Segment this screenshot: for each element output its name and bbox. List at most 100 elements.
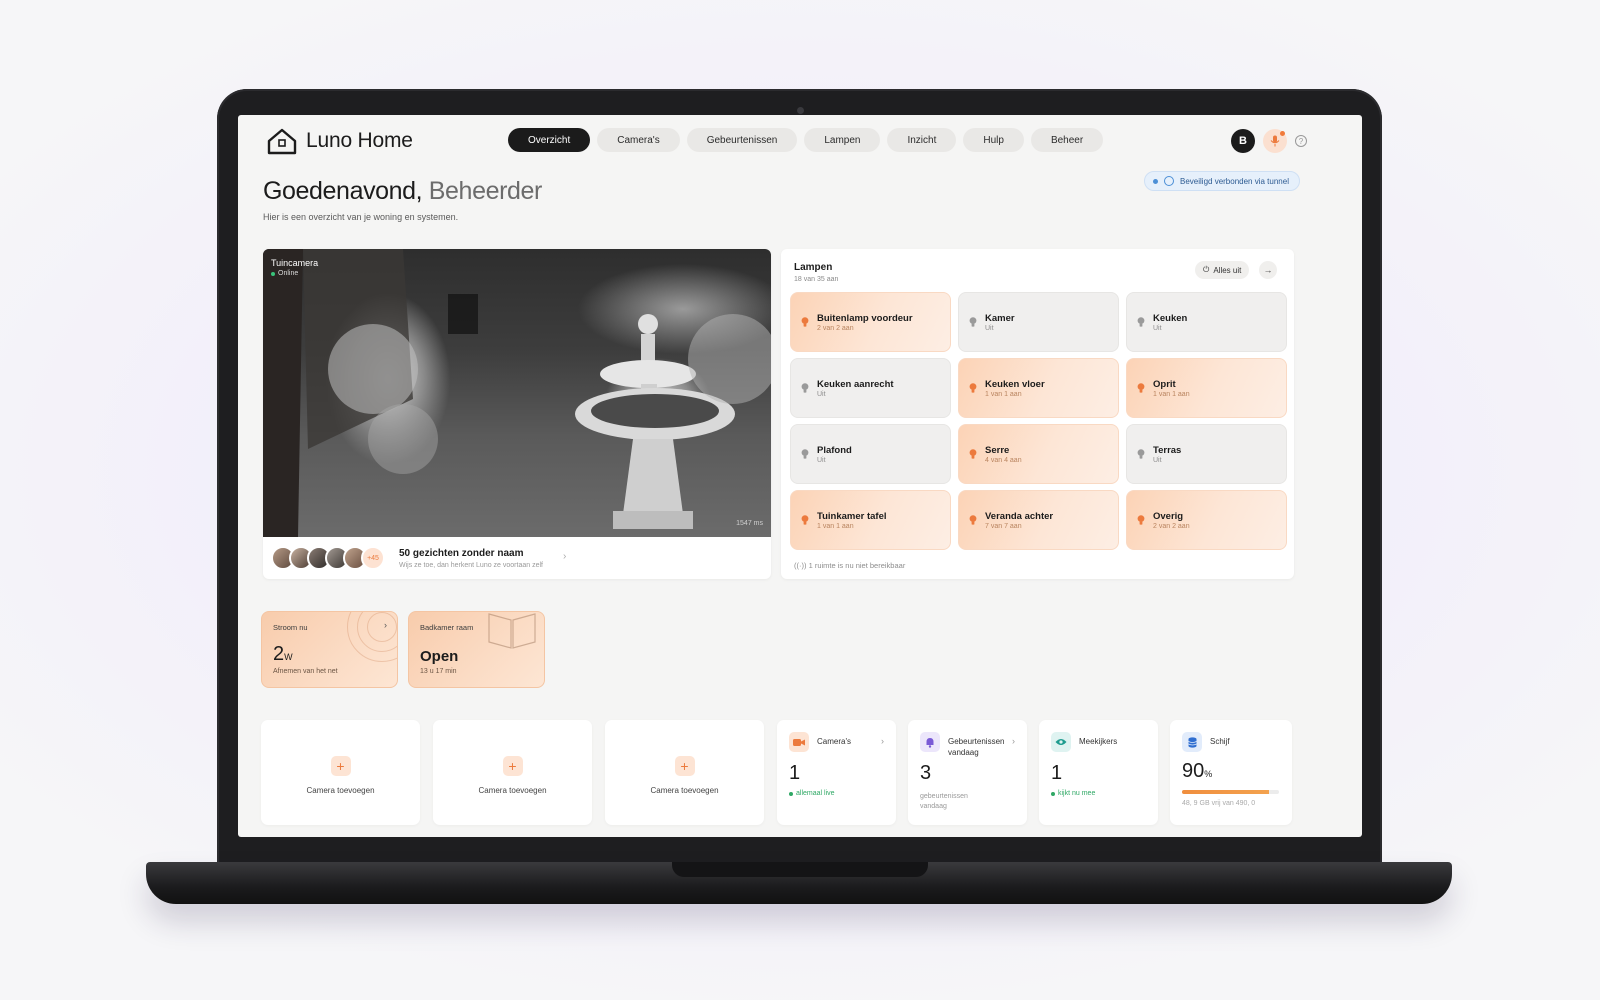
face-avatars: +45	[271, 546, 385, 570]
bulb-icon	[1137, 449, 1145, 459]
lamp-status: 2 van 2 aan	[817, 325, 854, 332]
add-camera-card[interactable]: + Camera toevoegen	[261, 720, 420, 825]
lamp-tile[interactable]: Keuken Uit	[1126, 292, 1287, 352]
lamp-tile[interactable]: Keuken aanrecht Uit	[790, 358, 951, 418]
viewers-stat-card[interactable]: Meekijkers 1 kijkt nu mee	[1039, 720, 1158, 825]
page-subtitle: Hier is een overzicht van je woning en s…	[263, 212, 459, 222]
lamp-tile[interactable]: Serre 4 van 4 aan	[958, 424, 1119, 484]
greeting-hello: Goedenavond,	[263, 177, 423, 205]
lamps-title: Lampen	[794, 262, 833, 273]
lamp-tile[interactable]: Keuken vloer 1 van 1 aan	[958, 358, 1119, 418]
bulb-icon	[1137, 383, 1145, 393]
lamp-tile[interactable]: Overig 2 van 2 aan	[1126, 490, 1287, 550]
lamp-status: Uit	[1153, 457, 1162, 464]
lamp-tile[interactable]: Veranda achter 7 van 7 aan	[958, 490, 1119, 550]
bulb-icon	[801, 515, 809, 525]
bulb-icon	[801, 383, 809, 393]
webcam	[797, 107, 804, 114]
lamp-status: 1 van 1 aan	[985, 391, 1022, 398]
lamp-status: 4 van 4 aan	[985, 457, 1022, 464]
add-camera-label: Camera toevoegen	[478, 786, 547, 795]
lamp-name: Overig	[1153, 511, 1184, 522]
camera-latency: 1547 ms	[736, 520, 763, 527]
lamp-name: Keuken vloer	[985, 379, 1045, 390]
all-off-button[interactable]: ⏻ Alles uit	[1195, 261, 1250, 279]
power-card[interactable]: Stroom nu › 2W Afnemen van het net	[261, 611, 398, 688]
window-state: Open	[420, 648, 459, 665]
bulb-icon	[969, 317, 977, 327]
lamp-name: Veranda achter	[985, 511, 1054, 522]
app-logo[interactable]: Luno Home	[266, 126, 413, 156]
camera-feed[interactable]: Tuincamera Online 1547 ms	[263, 249, 771, 537]
tab-beheer[interactable]: Beheer	[1030, 128, 1104, 152]
ring-decoration	[367, 612, 397, 642]
lamp-tile[interactable]: Plafond Uit	[790, 424, 951, 484]
bulb-icon	[969, 515, 977, 525]
main-nav: Overzicht Camera's Gebeurtenissen Lampen…	[508, 128, 1104, 152]
viewers-stat-note: kijkt nu mee	[1051, 790, 1095, 797]
lamp-name: Keuken aanrecht	[817, 379, 894, 390]
mic-button[interactable]	[1263, 129, 1287, 153]
cameras-live-text: allemaal live	[796, 790, 835, 797]
chevron-right-icon: ›	[881, 736, 884, 746]
window-sensor-card[interactable]: Badkamer raam Open 13 u 17 min	[408, 611, 545, 688]
chevron-right-icon: ›	[563, 551, 567, 562]
events-stat-value: 3	[920, 762, 932, 784]
disk-stat-card[interactable]: Schijf 90% 48, 9 GB vrij van 490, 0	[1170, 720, 1292, 825]
disk-percent: 90	[1182, 760, 1205, 782]
lamp-tile[interactable]: Kamer Uit	[958, 292, 1119, 352]
lamp-tile[interactable]: Tuinkamer tafel 1 van 1 aan	[790, 490, 951, 550]
lamp-name: Terras	[1153, 445, 1182, 456]
lamp-tile[interactable]: Oprit 1 van 1 aan	[1126, 358, 1287, 418]
tab-overzicht[interactable]: Overzicht	[508, 128, 591, 152]
laptop-notch	[672, 862, 928, 877]
cameras-stat-card[interactable]: Camera's › 1 allemaal live	[777, 720, 896, 825]
tab-lampen[interactable]: Lampen	[804, 128, 881, 152]
tunnel-status-badge[interactable]: Beveiligd verbonden via tunnel	[1144, 171, 1300, 191]
eye-icon	[1051, 732, 1071, 752]
tab-inzicht[interactable]: Inzicht	[887, 128, 957, 152]
add-camera-label: Camera toevoegen	[306, 786, 375, 795]
app-name: Luno Home	[306, 129, 413, 152]
add-camera-card[interactable]: + Camera toevoegen	[433, 720, 592, 825]
cameras-stat-title: Camera's	[817, 737, 851, 746]
help-icon[interactable]: ?	[1295, 135, 1307, 147]
power-note: Afnemen van het net	[273, 668, 338, 675]
chevron-right-icon: ›	[384, 620, 387, 630]
tab-hulp[interactable]: Hulp	[963, 128, 1024, 152]
lamp-tile[interactable]: Buitenlamp voordeur 2 van 2 aan	[790, 292, 951, 352]
globe-icon	[1164, 176, 1174, 186]
window-duration: 13 u 17 min	[420, 668, 457, 675]
lamp-status: 2 van 2 aan	[1153, 523, 1190, 530]
lamp-tile[interactable]: Terras Uit	[1126, 424, 1287, 484]
lamps-open-button[interactable]: →	[1259, 261, 1277, 279]
camera-name: Tuincamera	[271, 258, 319, 268]
online-dot-icon	[271, 271, 275, 276]
power-label: Stroom nu	[273, 623, 308, 632]
avatar[interactable]: B	[1231, 129, 1255, 153]
lamp-status: Uit	[817, 457, 826, 464]
events-stat-note: gebeurtenissen vandaag	[920, 793, 968, 810]
camera-status-text: Online	[278, 270, 299, 277]
plus-icon: +	[674, 756, 695, 776]
lamp-grid: Buitenlamp voordeur 2 van 2 aan Kamer Ui…	[790, 292, 1287, 550]
bulb-icon	[969, 449, 977, 459]
add-camera-label: Camera toevoegen	[650, 786, 719, 795]
lamp-name: Tuinkamer tafel	[817, 511, 887, 522]
tab-cameras[interactable]: Camera's	[597, 128, 680, 152]
video-icon	[789, 732, 809, 752]
disk-usage-fill	[1182, 790, 1270, 794]
events-stat-card[interactable]: Gebeurtenissen vandaag › 3 gebeurtenisse…	[908, 720, 1027, 825]
add-camera-card[interactable]: + Camera toevoegen	[605, 720, 764, 825]
window-label: Badkamer raam	[420, 623, 474, 632]
lamp-name: Buitenlamp voordeur	[817, 313, 913, 324]
all-off-label: Alles uit	[1213, 265, 1242, 275]
lamp-status: Uit	[817, 391, 826, 398]
bulb-icon	[1137, 515, 1145, 525]
camera-scene-image	[263, 249, 771, 537]
lamp-status: 1 van 1 aan	[1153, 391, 1190, 398]
unnamed-faces-row[interactable]: +45 50 gezichten zonder naam Wijs ze toe…	[263, 537, 771, 579]
window-open-icon	[488, 613, 536, 649]
tab-gebeurtenissen[interactable]: Gebeurtenissen	[686, 128, 798, 152]
cameras-stat-value: 1	[789, 762, 801, 784]
